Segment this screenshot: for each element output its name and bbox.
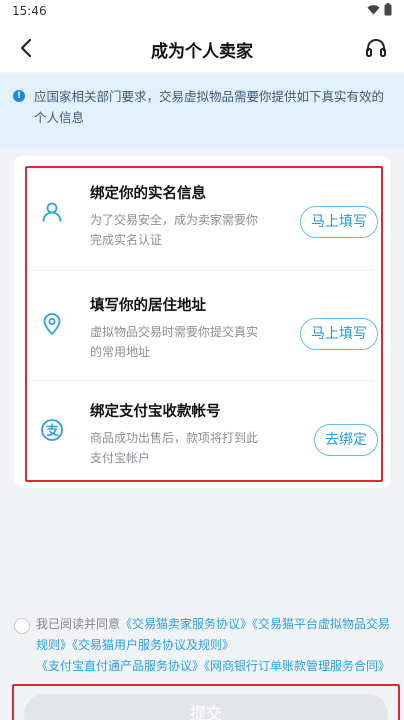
mybank-contract-link[interactable]: 《网商银行订单账款管理服务合同》 xyxy=(204,659,390,673)
divider xyxy=(30,270,378,271)
status-time: 15:46 xyxy=(12,4,47,18)
task-address: 填写你的居住地址 虚拟物品交易时需要你提交真实的常用地址 马上填写 xyxy=(30,282,380,378)
notice-banner: ! 应国家相关部门要求，交易虚拟物品需要你提供如下真实有效的个人信息 xyxy=(0,74,404,148)
task-alipay: 绑定支付宝收款帐号 商品成功出售后，款项将打到此支付宝帐户 去绑定 xyxy=(30,388,380,484)
info-icon: ! xyxy=(13,90,25,102)
location-pin-icon xyxy=(43,313,61,335)
divider xyxy=(30,380,378,381)
highlight-box xyxy=(12,684,400,720)
status-bar: 15:46 xyxy=(0,0,404,24)
task-title: 绑定你的实名信息 xyxy=(90,186,206,202)
page-title: 成为个人卖家 xyxy=(151,42,253,62)
task-description: 虚拟物品交易时需要你提交真实的常用地址 xyxy=(90,325,259,359)
user-agreement-link[interactable]: 《交易猫用户服务协议及规则》 xyxy=(72,638,234,652)
notice-text: 应国家相关部门要求，交易虚拟物品需要你提供如下真实有效的个人信息 xyxy=(34,89,385,125)
wifi-icon xyxy=(367,4,380,15)
seller-agreement-link[interactable]: 《交易猫卖家服务协议》 xyxy=(120,617,252,631)
headset-icon xyxy=(366,39,386,57)
person-icon xyxy=(42,202,62,222)
alipay-icon xyxy=(41,419,63,441)
nav-bar: 成为个人卖家 xyxy=(0,24,404,72)
agreement-text: 我已阅读并同意《交易猫卖家服务协议》《交易猫平台虚拟物品交易规则》《交易猫用户服… xyxy=(36,614,394,677)
bind-alipay-button[interactable]: 去绑定 xyxy=(314,424,378,456)
status-icons xyxy=(367,3,392,16)
agreement-checkbox[interactable] xyxy=(14,618,30,634)
task-description: 商品成功出售后，款项将打到此支付宝帐户 xyxy=(90,431,259,465)
alipay-agreement-link[interactable]: 《支付宝直付通产品服务协议》 xyxy=(36,659,204,673)
battery-icon xyxy=(384,3,392,16)
fill-real-name-button[interactable]: 马上填写 xyxy=(300,206,378,238)
task-description: 为了交易安全，成为卖家需要你完成实名认证 xyxy=(90,213,259,247)
task-title: 填写你的居住地址 xyxy=(90,298,206,314)
task-title: 绑定支付宝收款帐号 xyxy=(90,404,221,420)
task-real-name: 绑定你的实名信息 为了交易安全，成为卖家需要你完成实名认证 马上填写 xyxy=(30,170,380,266)
agreement-prefix: 我已阅读并同意 xyxy=(36,617,121,631)
customer-service-button[interactable] xyxy=(362,34,390,62)
fill-address-button[interactable]: 马上填写 xyxy=(300,318,378,350)
